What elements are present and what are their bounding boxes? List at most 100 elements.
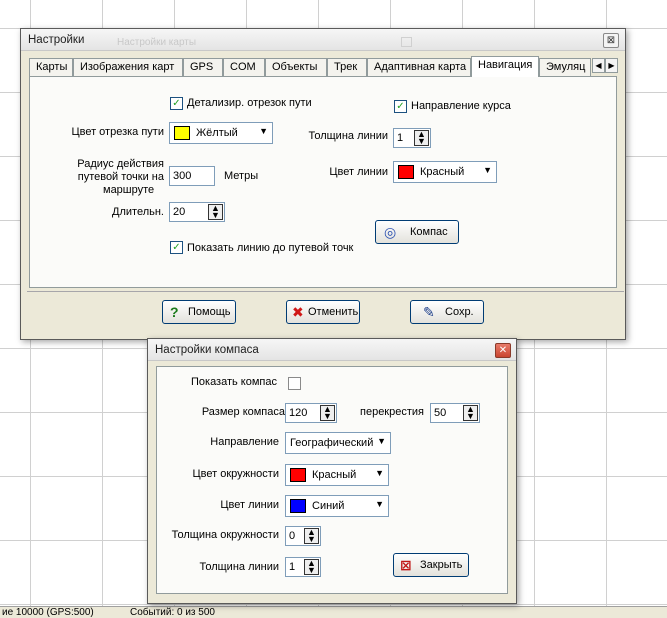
line-width-value: 1 xyxy=(397,132,404,144)
line-color-value: Красный xyxy=(420,166,465,178)
settings-titlebar[interactable]: Настройки Настройки карты ⊠ xyxy=(21,29,625,51)
line-color-label: Цвет линии xyxy=(329,166,388,178)
tab-scroll-right-icon[interactable]: ▶ xyxy=(605,58,618,73)
compass-line-width-label: Толщина линии xyxy=(199,561,279,573)
line-color-swatch xyxy=(398,165,414,179)
duration-value: 20 xyxy=(173,206,186,218)
settings-window: Настройки Настройки карты ⊠ Карты Изобра… xyxy=(20,28,626,340)
ghost-title: Настройки карты xyxy=(117,37,197,48)
spinner-arrows-icon[interactable]: ▲ ▼ xyxy=(320,405,335,421)
tab-gps[interactable]: GPS xyxy=(183,58,223,76)
cancel-button-label: Отменить xyxy=(308,306,359,318)
chevron-down-icon: ▼ xyxy=(483,165,492,175)
show-compass-label: Показать компас xyxy=(190,376,277,388)
chevron-down-icon: ▼ xyxy=(375,468,384,478)
show-compass-checkbox[interactable] xyxy=(288,377,301,390)
compass-size-value: 120 xyxy=(289,407,308,419)
compass-line-color-label: Цвет линии xyxy=(220,499,279,511)
circle-color-label: Цвет окружности xyxy=(192,468,280,480)
spinner-arrows-icon[interactable]: ▲ ▼ xyxy=(304,559,319,575)
circle-color-select[interactable]: Красный ▼ xyxy=(285,464,389,486)
tab-map-images[interactable]: Изображения карт xyxy=(73,58,183,76)
direction-label: Направление xyxy=(210,436,279,448)
spinner-arrows-icon[interactable]: ▲ ▼ xyxy=(304,528,319,544)
radius-label-line2: путевой точки на xyxy=(77,171,164,183)
cancel-button[interactable]: ✖ Отменить xyxy=(286,300,360,324)
ghost-close-icon xyxy=(401,37,412,47)
radius-input[interactable]: 300 xyxy=(169,166,215,186)
compass-title: Настройки компаса xyxy=(155,344,259,356)
navigation-panel: ✓ Детализир. отрезок пути ✓ Направление … xyxy=(29,76,617,288)
tab-navigation[interactable]: Навигация xyxy=(471,56,539,77)
close-icon[interactable]: ⊠ xyxy=(603,33,619,48)
settings-title: Настройки xyxy=(28,34,85,46)
radius-label-line1: Радиус действия xyxy=(77,158,164,170)
help-button[interactable]: ? Помощь xyxy=(162,300,236,324)
circle-color-swatch xyxy=(290,468,306,482)
save-button-label: Сохр. xyxy=(445,306,474,318)
chevron-down-icon: ▼ xyxy=(377,436,386,446)
segment-color-value: Жёлтый xyxy=(196,127,238,139)
compass-line-color-select[interactable]: Синий ▼ xyxy=(285,495,389,517)
tab-adaptive-map[interactable]: Адаптивная карта xyxy=(367,58,471,76)
line-width-label: Толщина линии xyxy=(308,130,388,142)
crosshair-value: 50 xyxy=(434,407,447,419)
tab-objects[interactable]: Объекты xyxy=(265,58,327,76)
exit-icon: ⊠ xyxy=(400,557,412,573)
compass-size-label: Размер компаса xyxy=(201,406,285,418)
show-line-checkbox[interactable]: ✓ xyxy=(170,241,183,254)
settings-tabs: Карты Изображения карт GPS COM Объекты Т… xyxy=(29,56,618,77)
course-direction-checkbox[interactable]: ✓ xyxy=(394,100,407,113)
compass-titlebar[interactable]: Настройки компаса ✕ xyxy=(148,339,516,361)
compass-size-spinner[interactable]: 120 ▲ ▼ xyxy=(285,403,337,423)
chevron-down-icon: ▼ xyxy=(375,499,384,509)
compass-window: Настройки компаса ✕ Показать компас Разм… xyxy=(147,338,517,604)
circle-width-label: Толщина окружности xyxy=(171,529,279,541)
radius-unit: Метры xyxy=(224,170,259,182)
line-color-select[interactable]: Красный ▼ xyxy=(393,161,497,183)
show-line-label: Показать линию до путевой точк xyxy=(187,242,354,254)
spinner-arrows-icon[interactable]: ▲ ▼ xyxy=(414,130,429,146)
duration-label: Длительн. xyxy=(112,206,164,218)
tab-maps[interactable]: Карты xyxy=(29,58,73,76)
compass-button[interactable]: ◎ Компас xyxy=(375,220,459,244)
circle-width-value: 0 xyxy=(289,530,296,542)
save-button[interactable]: ✎ Сохр. xyxy=(410,300,484,324)
compass-line-width-spinner[interactable]: 1 ▲ ▼ xyxy=(285,557,321,577)
chevron-down-icon: ▼ xyxy=(259,126,268,136)
close-icon[interactable]: ✕ xyxy=(495,343,511,358)
compass-button-label: Компас xyxy=(410,226,448,238)
tab-com[interactable]: COM xyxy=(223,58,265,76)
close-compass-button-label: Закрыть xyxy=(420,559,463,571)
compass-line-color-swatch xyxy=(290,499,306,513)
circle-color-value: Красный xyxy=(312,469,357,481)
status-bar: ие 10000 (GPS:500) Событий: 0 из 500 xyxy=(0,606,667,618)
direction-select[interactable]: Географический ▼ xyxy=(285,432,391,454)
duration-spinner[interactable]: 20 ▲ ▼ xyxy=(169,202,225,222)
status-events: Событий: 0 из 500 xyxy=(130,607,215,618)
spinner-arrows-icon[interactable]: ▲ ▼ xyxy=(463,405,478,421)
line-width-spinner[interactable]: 1 ▲ ▼ xyxy=(393,128,431,148)
segment-detail-checkbox[interactable]: ✓ xyxy=(170,97,183,110)
course-direction-label: Направление курса xyxy=(411,100,511,112)
question-icon: ? xyxy=(170,304,179,320)
button-separator xyxy=(27,291,624,292)
close-compass-button[interactable]: ⊠ Закрыть xyxy=(393,553,469,577)
compass-line-width-value: 1 xyxy=(289,561,296,573)
spinner-arrows-icon[interactable]: ▲ ▼ xyxy=(208,204,223,220)
help-button-label: Помощь xyxy=(188,306,231,318)
circle-width-spinner[interactable]: 0 ▲ ▼ xyxy=(285,526,321,546)
radius-label-line3: маршруте xyxy=(103,184,155,196)
compass-line-color-value: Синий xyxy=(312,500,345,512)
segment-detail-label: Детализир. отрезок пути xyxy=(187,97,312,109)
red-x-icon: ✖ xyxy=(292,304,304,320)
compass-icon: ◎ xyxy=(384,224,397,240)
tab-scroll-left-icon[interactable]: ◀ xyxy=(592,58,605,73)
crosshair-label: перекрестия xyxy=(360,406,424,418)
tab-track[interactable]: Трек xyxy=(327,58,367,76)
segment-color-select[interactable]: Жёлтый ▼ xyxy=(169,122,273,144)
segment-color-label: Цвет отрезка пути xyxy=(71,126,164,138)
crosshair-spinner[interactable]: 50 ▲ ▼ xyxy=(430,403,480,423)
tab-emulation[interactable]: Эмуляц xyxy=(539,58,591,76)
compass-panel: Показать компас Размер компаса 120 ▲ ▼ пе… xyxy=(156,366,508,594)
